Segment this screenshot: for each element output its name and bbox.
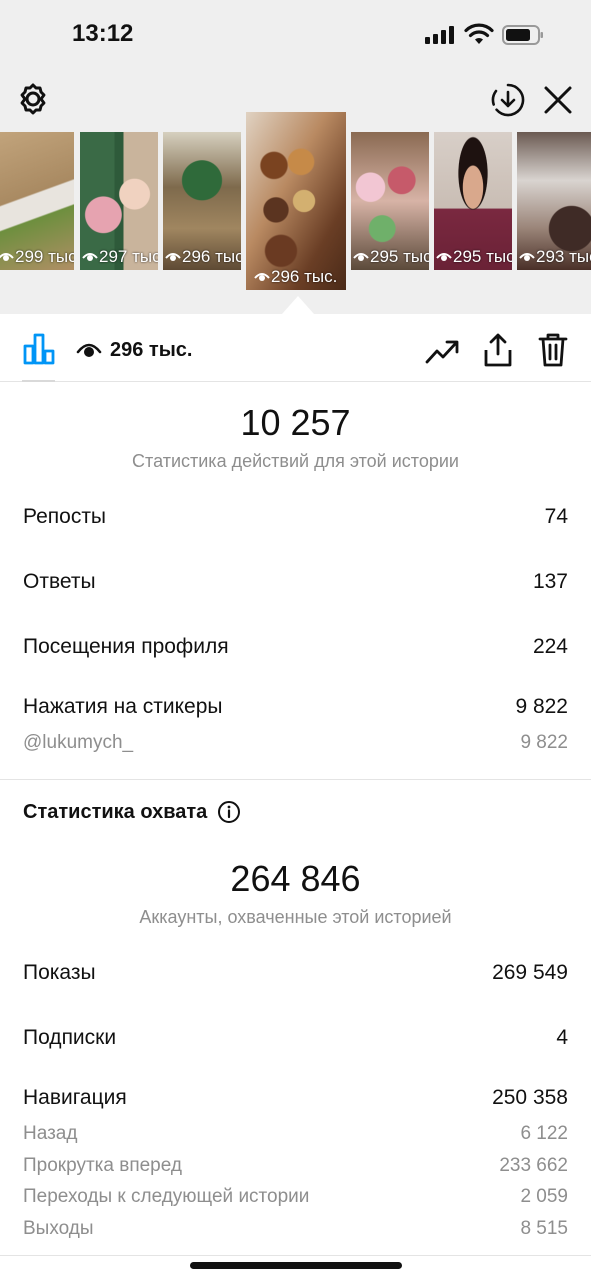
stat-label: Показы [23, 961, 96, 984]
story-view-count: 297 тыс. [82, 247, 158, 267]
stat-value: 9 822 [515, 695, 568, 718]
stat-row-profile-visits: Посещения профиля 224 [23, 635, 568, 659]
story-thumbnails-strip: 299 тыс. 297 тыс. 296 тыс. 296 тыс. 295 … [0, 112, 591, 290]
stat-label: Подписки [23, 1026, 117, 1049]
info-icon[interactable] [217, 800, 241, 824]
wifi-icon [464, 23, 494, 44]
stat-label: Ответы [23, 570, 96, 593]
reach-caption: Аккаунты, охваченные этой историей [139, 907, 452, 927]
stat-subrow-back: Назад 6 122 [23, 1123, 568, 1145]
story-view-count: 296 тыс. [254, 267, 337, 287]
stat-label: Посещения профиля [23, 635, 229, 658]
stat-value: 74 [544, 505, 568, 528]
reach-title-text: Статистика охвата [23, 800, 208, 823]
stat-value: 224 [532, 635, 568, 658]
stat-value: 6 122 [520, 1123, 568, 1144]
reach-total: 264 846 [230, 858, 361, 899]
stat-row-replies: Ответы 137 [23, 570, 568, 594]
story-view-count: 295 тыс. [353, 247, 429, 267]
home-indicator[interactable] [190, 1262, 402, 1269]
selected-story-pointer [282, 296, 314, 314]
eye-icon [436, 253, 452, 261]
views-count: 296 тыс. [110, 339, 193, 361]
insights-panel: 296 тыс. 10 257 Статистика действий для … [0, 314, 591, 1280]
battery-icon [502, 25, 543, 45]
stat-subrow-sticker-mention: @lukumych_ 9 822 [23, 732, 568, 754]
eye-icon [82, 253, 98, 261]
story-thumbnail[interactable]: 295 тыс. [351, 132, 429, 270]
eye-icon [0, 253, 14, 261]
stat-value: 2 059 [520, 1186, 568, 1207]
story-view-count: 295 тыс. [436, 247, 512, 267]
stat-row-impressions: Показы 269 549 [23, 961, 568, 985]
section-divider [0, 779, 591, 780]
stat-value: 8 515 [520, 1218, 568, 1239]
status-bar: 13:12 [0, 0, 591, 70]
delete-icon[interactable] [537, 332, 569, 368]
eye-icon [254, 273, 270, 281]
stat-value: 269 549 [492, 961, 568, 984]
stat-row-sticker-taps: Нажатия на стикеры 9 822 [23, 695, 568, 719]
stat-label: Нажатия на стикеры [23, 695, 223, 718]
status-time: 13:12 [72, 20, 134, 47]
promote-trend-icon[interactable] [425, 336, 459, 366]
stat-value: 4 [556, 1026, 568, 1049]
reach-section-title: Статистика охвата [23, 800, 241, 824]
story-thumbnail[interactable]: 299 тыс. [0, 132, 74, 270]
interactions-caption: Статистика действий для этой истории [132, 451, 459, 471]
story-thumbnail[interactable]: 293 тыс. [517, 132, 591, 270]
story-view-count: 296 тыс. [165, 247, 241, 267]
stat-label: Репосты [23, 505, 107, 528]
story-view-count: 299 тыс. [0, 247, 74, 267]
interactions-total: 10 257 [240, 402, 351, 443]
stat-label: Навигация [23, 1086, 127, 1109]
story-thumbnail-selected[interactable]: 296 тыс. [246, 112, 346, 290]
stat-value: 250 358 [492, 1086, 568, 1109]
section-divider [0, 1255, 591, 1256]
download-icon[interactable] [490, 82, 526, 118]
story-thumbnail[interactable]: 296 тыс. [163, 132, 241, 270]
stat-row-reposts: Репосты 74 [23, 505, 568, 529]
tab-underline [22, 380, 55, 382]
close-icon[interactable] [542, 84, 574, 116]
stat-label: Выходы [23, 1218, 94, 1239]
stat-subrow-next-story: Переходы к следующей истории 2 059 [23, 1186, 568, 1208]
stat-value: 137 [532, 570, 568, 593]
insights-toolbar: 296 тыс. [0, 314, 591, 382]
stat-value: 9 822 [520, 732, 568, 753]
cellular-signal-icon [425, 26, 454, 44]
stat-value: 233 662 [499, 1155, 568, 1176]
story-thumbnail[interactable]: 297 тыс. [80, 132, 158, 270]
stat-subrow-exits: Выходы 8 515 [23, 1218, 568, 1240]
eye-icon [519, 253, 535, 261]
story-image [246, 112, 346, 290]
story-view-count: 293 тыс. [519, 247, 591, 267]
stat-label: @lukumych_ [23, 732, 134, 753]
story-thumbnail[interactable]: 295 тыс. [434, 132, 512, 270]
stat-label: Прокрутка вперед [23, 1155, 182, 1176]
eye-icon [76, 343, 102, 357]
stat-label: Переходы к следующей истории [23, 1186, 310, 1207]
bar-chart-icon[interactable] [22, 332, 56, 366]
eye-icon [165, 253, 181, 261]
eye-icon [353, 253, 369, 261]
share-icon[interactable] [482, 332, 514, 368]
stat-row-follows: Подписки 4 [23, 1026, 568, 1050]
stat-label: Назад [23, 1123, 78, 1144]
settings-gear-icon[interactable] [16, 82, 50, 116]
stat-subrow-forward: Прокрутка вперед 233 662 [23, 1155, 568, 1177]
stat-row-navigation: Навигация 250 358 [23, 1086, 568, 1110]
